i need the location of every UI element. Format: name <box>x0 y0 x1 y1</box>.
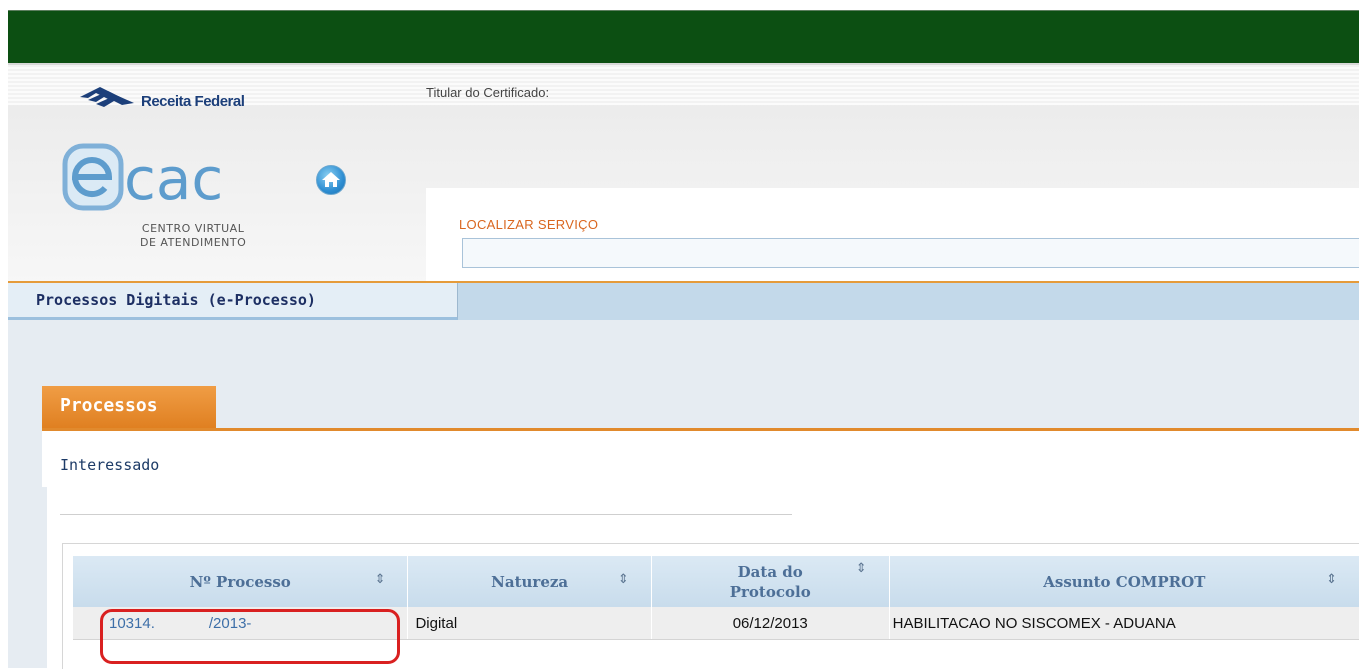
search-input[interactable] <box>462 238 1359 268</box>
cell-natureza: Digital <box>407 607 652 640</box>
ecac-subtitle-line2: DE ATENDIMENTO <box>140 236 247 249</box>
cell-data-protocolo: 06/12/2013 <box>651 607 890 640</box>
sort-icon[interactable]: ⇕ <box>1326 570 1337 590</box>
interessado-label: Interessado <box>60 456 160 474</box>
column-numero-processo[interactable]: Nº Processo ⇕ <box>73 556 409 607</box>
ecac-logo-graphic: cac <box>62 143 223 213</box>
home-icon <box>322 172 340 187</box>
tab-processos-digitais-label: Processos Digitais (e-Processo) <box>36 291 316 309</box>
column-header-label: Nº Processo <box>189 572 291 591</box>
nav-bar: Processos Digitais (e-Processo) <box>8 281 1359 320</box>
top-bar <box>8 10 1359 64</box>
tab-processos-label: Processos <box>60 395 158 416</box>
ecac-logo[interactable]: cac CENTRO VIRTUAL DE ATENDIMENTO <box>62 143 292 273</box>
column-header-label: Natureza <box>491 572 569 591</box>
highlight-annotation <box>100 609 400 664</box>
tab-processos[interactable]: Processos <box>42 386 216 429</box>
receita-federal-mark-icon <box>80 87 134 107</box>
column-header-label: Assunto COMPROT <box>1043 572 1206 591</box>
sort-icon[interactable]: ⇕ <box>618 570 629 590</box>
brand-name: Receita Federal <box>141 93 245 110</box>
table-header-row: Nº Processo ⇕ Natureza ⇕ Data do Protoco… <box>73 556 1359 607</box>
header: Receita Federal cac CENTRO VIRTUAL DE AT… <box>8 63 1359 283</box>
cell-assunto: HABILITACAO NO SISCOMEX - ADUANA <box>889 607 1359 640</box>
sort-icon[interactable]: ⇕ <box>375 570 386 590</box>
tab-processos-digitais[interactable]: Processos Digitais (e-Processo) <box>8 283 458 320</box>
left-border <box>0 0 8 668</box>
ecac-subtitle-line1: CENTRO VIRTUAL <box>141 222 245 235</box>
sort-icon[interactable]: ⇕ <box>856 559 867 579</box>
ecac-subtitle: CENTRO VIRTUAL DE ATENDIMENTO <box>140 222 246 250</box>
column-assunto-comprot[interactable]: Assunto COMPROT ⇕ <box>889 556 1359 607</box>
column-natureza[interactable]: Natureza ⇕ <box>407 556 652 607</box>
column-data-protocolo[interactable]: Data do Protocolo ⇕ <box>651 556 890 607</box>
separator <box>60 514 792 515</box>
search-label: LOCALIZAR SERVIÇO <box>459 217 599 232</box>
receita-federal-logo[interactable]: Receita Federal <box>78 85 278 115</box>
column-header-label: Data do Protocolo <box>729 562 811 601</box>
home-button[interactable] <box>316 165 346 195</box>
panel-left-gap <box>42 487 47 668</box>
ecac-wordmark: cac <box>124 145 223 213</box>
search-section: LOCALIZAR SERVIÇO <box>426 188 1359 283</box>
certificate-holder-label: Titular do Certificado: <box>426 85 550 100</box>
